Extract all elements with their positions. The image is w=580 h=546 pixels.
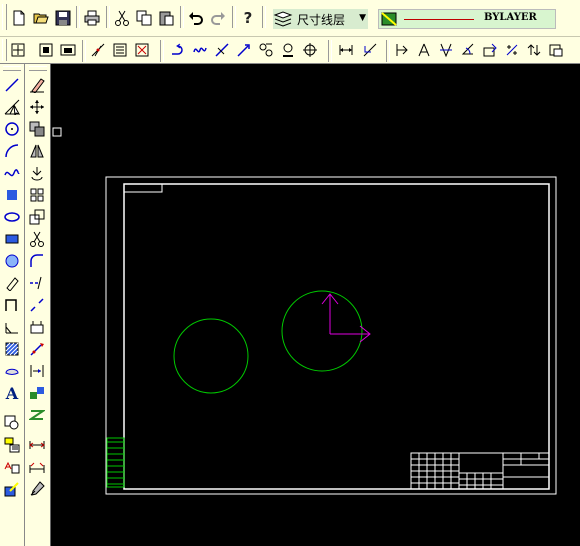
cut-icon[interactable] <box>112 8 132 28</box>
snap-apparent-icon[interactable] <box>110 40 130 60</box>
pickbox <box>52 127 62 137</box>
chamfer-icon[interactable] <box>27 361 47 381</box>
toolbar-grip[interactable] <box>2 39 7 61</box>
match-properties-icon[interactable] <box>27 479 47 499</box>
explode-icon[interactable] <box>27 317 47 337</box>
snap-parallel-icon[interactable] <box>256 40 276 60</box>
snap-extension-icon[interactable] <box>132 40 152 60</box>
measure-icon[interactable] <box>27 435 47 455</box>
join-icon[interactable] <box>27 383 47 403</box>
revision-cloud-icon[interactable] <box>2 273 22 293</box>
polyline-icon[interactable] <box>2 295 22 315</box>
paste-icon[interactable] <box>156 8 176 28</box>
drawing-frame-inner <box>123 183 550 490</box>
toolbar-grip[interactable] <box>3 66 21 71</box>
snap-center-icon[interactable] <box>168 40 188 60</box>
stretch-icon[interactable] <box>27 339 47 359</box>
break-icon[interactable] <box>27 295 47 315</box>
continue-dim-icon[interactable] <box>502 40 522 60</box>
snap-endpoint-icon[interactable] <box>36 40 56 60</box>
erase-icon[interactable] <box>27 75 47 95</box>
circle-right <box>281 290 363 372</box>
make-block-icon[interactable] <box>2 435 22 455</box>
circle-left <box>173 318 249 394</box>
undo-icon[interactable] <box>186 8 206 28</box>
drawing-code-box <box>124 184 163 193</box>
radius-dim-icon[interactable] <box>414 40 434 60</box>
extend-icon[interactable] <box>27 273 47 293</box>
toolbar-grip[interactable] <box>2 4 7 30</box>
draw-toolbar: A <box>0 64 25 546</box>
hatch-icon[interactable] <box>2 339 22 359</box>
fillet-icon[interactable] <box>27 251 47 271</box>
snap-nearest-icon[interactable] <box>300 40 320 60</box>
text-icon[interactable]: A <box>2 383 22 403</box>
scale-icon[interactable] <box>27 207 47 227</box>
snap-perpendicular-icon[interactable] <box>234 40 254 60</box>
snap-quadrant-icon[interactable] <box>190 40 210 60</box>
toolbar-grip[interactable] <box>29 66 47 71</box>
arc-icon[interactable] <box>2 141 22 161</box>
snap-dimension-toolbar <box>0 37 580 64</box>
model-space <box>52 127 557 495</box>
snap-midpoint-icon[interactable] <box>58 40 78 60</box>
leader-icon[interactable] <box>524 40 544 60</box>
insert-block-icon[interactable] <box>2 413 22 433</box>
attribute-icon[interactable] <box>2 457 22 477</box>
line-icon[interactable] <box>2 75 22 95</box>
modify-toolbar <box>25 64 51 546</box>
ordinate-dim-icon[interactable] <box>392 40 412 60</box>
ellipse-icon[interactable] <box>2 207 22 227</box>
snap-tracking-icon[interactable] <box>8 40 28 60</box>
spline-icon[interactable] <box>2 163 22 183</box>
array-icon[interactable] <box>27 185 47 205</box>
new-icon[interactable] <box>9 8 29 28</box>
offset-icon[interactable] <box>27 405 47 425</box>
point-icon[interactable] <box>2 185 22 205</box>
chevron-down-icon[interactable]: ▼ <box>359 13 366 23</box>
help-icon[interactable]: ? <box>238 8 258 28</box>
table-icon[interactable] <box>2 317 22 337</box>
region-icon[interactable] <box>2 361 22 381</box>
polygon-icon[interactable] <box>2 251 22 271</box>
standard-toolbar: ? 尺寸线层 ▼ BYLAYER <box>0 0 580 37</box>
color-value: BYLAYER <box>484 12 537 23</box>
open-icon[interactable] <box>31 8 51 28</box>
save-icon[interactable] <box>53 8 73 28</box>
current-layer-name: 尺寸线层 <box>297 12 346 27</box>
copy-icon[interactable] <box>134 8 154 28</box>
drawing-canvas[interactable] <box>51 64 580 546</box>
drawing-frame-outer <box>105 176 557 495</box>
linetype-sample <box>404 19 474 20</box>
rectangle-icon[interactable] <box>2 229 22 249</box>
snap-intersection-icon[interactable] <box>88 40 108 60</box>
block-editor-icon[interactable] <box>2 479 22 499</box>
circle-icon[interactable] <box>2 119 22 139</box>
snap-tangent-icon[interactable] <box>212 40 232 60</box>
trim-icon[interactable] <box>27 229 47 249</box>
baseline-dim-icon[interactable] <box>480 40 500 60</box>
copy-object-icon[interactable] <box>27 119 47 139</box>
snap-node-icon[interactable] <box>278 40 298 60</box>
title-block <box>410 452 550 490</box>
rotate-icon[interactable] <box>27 163 47 183</box>
layer-state-icon <box>381 12 397 26</box>
move-icon[interactable] <box>27 97 47 117</box>
dim-edit-icon[interactable] <box>546 40 566 60</box>
print-icon[interactable] <box>82 8 102 28</box>
ucs-icon <box>321 293 371 343</box>
color-dropdown[interactable]: BYLAYER <box>378 9 556 29</box>
linear-dim-icon[interactable] <box>336 40 356 60</box>
layer-dropdown[interactable]: 尺寸线层 ▼ <box>273 9 368 29</box>
mirror-icon[interactable] <box>27 141 47 161</box>
aligned-dim-icon[interactable] <box>360 40 380 60</box>
angular-dim-icon[interactable] <box>458 40 478 60</box>
divide-icon[interactable] <box>27 457 47 477</box>
left-margin-stamp <box>106 437 125 488</box>
layers-icon <box>273 11 293 27</box>
diameter-dim-icon[interactable] <box>436 40 456 60</box>
redo-icon[interactable] <box>208 8 228 28</box>
construction-line-icon[interactable] <box>2 97 22 117</box>
